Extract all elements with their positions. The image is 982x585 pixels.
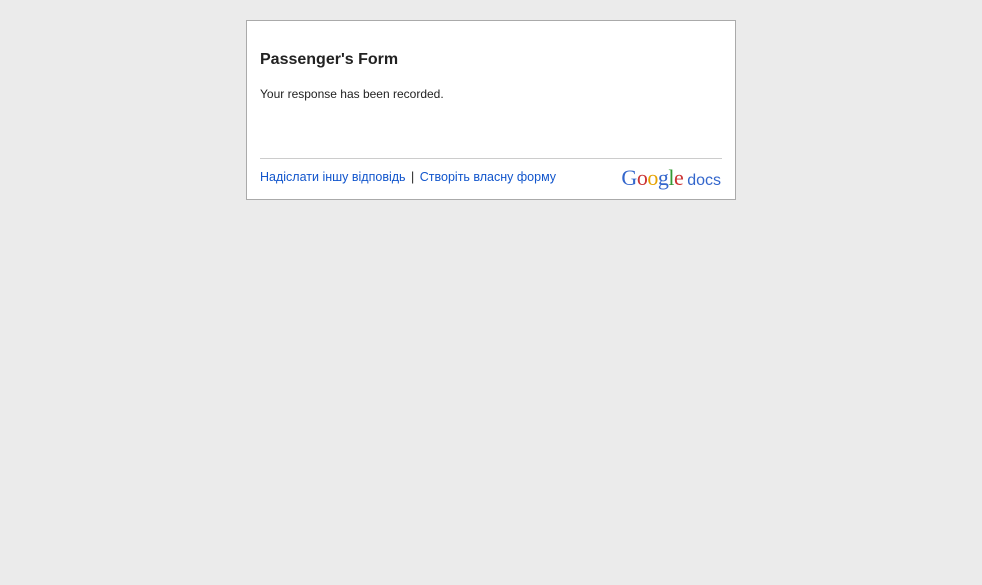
footer-divider	[260, 158, 722, 159]
logo-letter: g	[657, 165, 669, 190]
logo-letter: e	[673, 165, 684, 190]
google-docs-logo[interactable]: Google docs	[621, 165, 721, 191]
logo-letter: G	[621, 165, 637, 190]
docs-wordmark: docs	[687, 172, 721, 189]
logo-letter: o	[636, 165, 648, 190]
form-title: Passenger's Form	[260, 51, 399, 68]
create-own-form-link[interactable]: Створіть власну форму	[420, 170, 556, 184]
form-confirmation-card: Passenger's Form Your response has been …	[246, 20, 736, 200]
confirmation-message: Your response has been recorded.	[260, 87, 444, 101]
submit-another-response-link[interactable]: Надіслати іншу відповідь	[260, 170, 406, 184]
link-separator: |	[411, 170, 415, 184]
google-wordmark: Google	[621, 165, 683, 190]
logo-letter: o	[647, 165, 658, 190]
footer-links: Надіслати іншу відповідь | Створіть влас…	[260, 170, 556, 184]
